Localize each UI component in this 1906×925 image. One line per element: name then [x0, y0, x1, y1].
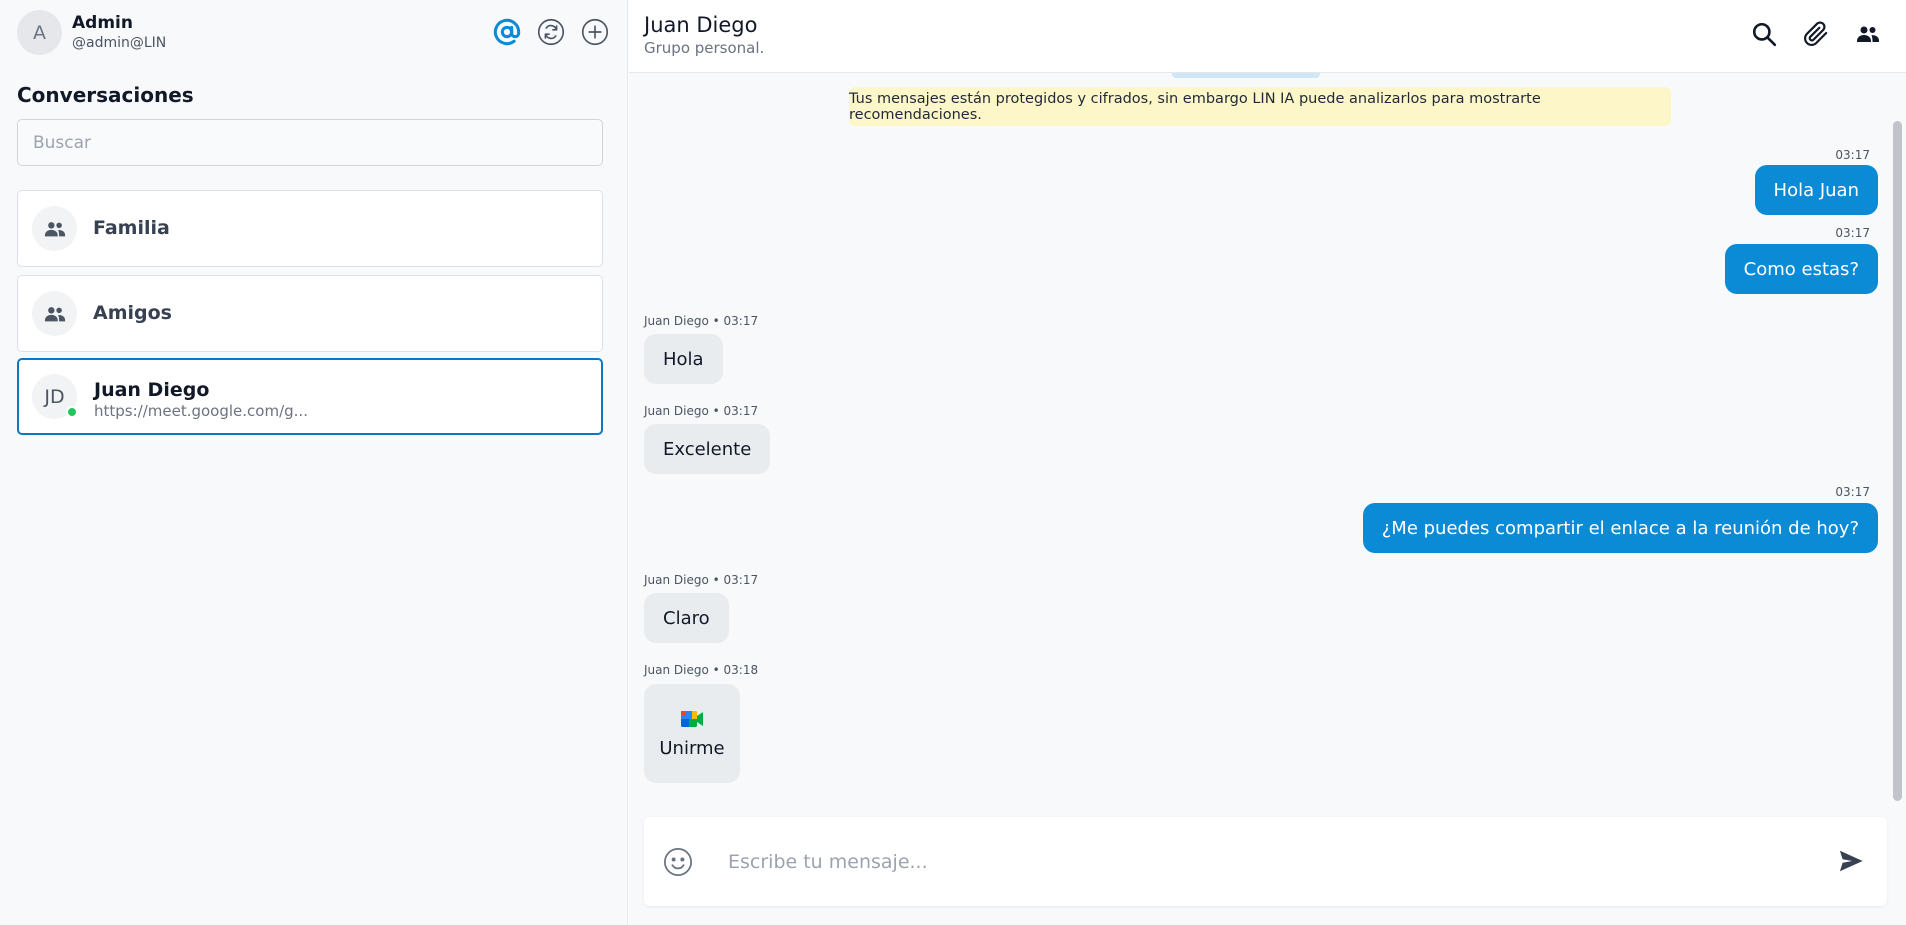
message-outgoing: ¿Me puedes compartir el enlace a la reun… [1362, 503, 1878, 553]
user-name: Admin [72, 13, 133, 33]
conversation-preview: https://meet.google.com/g... [94, 402, 308, 420]
message-time: 03:17 [1835, 485, 1870, 499]
sidebar-header: A Admin @admin@LIN [17, 10, 610, 55]
contact-avatar: JD [32, 374, 78, 419]
conversation-item-familia[interactable]: Familia [17, 190, 603, 267]
encryption-notice: Tus mensajes están protegidos y cifrados… [849, 87, 1671, 126]
send-icon[interactable] [1837, 847, 1867, 877]
search-icon[interactable] [1750, 20, 1778, 48]
group-icon [32, 291, 77, 336]
conversation-name: Amigos [93, 302, 172, 324]
scrolled-message-edge [1172, 73, 1320, 78]
conversation-item-amigos[interactable]: Amigos [17, 275, 603, 352]
message-meta: Juan Diego • 03:17 [644, 404, 759, 418]
message-composer [644, 817, 1887, 906]
sidebar-header-actions [492, 17, 610, 47]
user-avatar[interactable]: A [17, 10, 62, 55]
search-input[interactable] [17, 119, 603, 166]
message-meta: Juan Diego • 03:17 [644, 314, 759, 328]
chat-scrollbar-thumb[interactable] [1893, 121, 1902, 801]
chat-subtitle: Grupo personal. [644, 39, 765, 57]
contact-initials: JD [44, 385, 65, 408]
group-icon [32, 206, 77, 251]
smiley-icon[interactable] [663, 847, 693, 877]
conversation-name: Juan Diego [94, 379, 210, 401]
at-sign-icon[interactable] [492, 17, 522, 47]
message-outgoing: Como estas? [1724, 244, 1878, 294]
google-meet-icon [678, 708, 706, 734]
message-incoming: Claro [644, 593, 729, 643]
conversation-item-juan-diego[interactable]: JD Juan Diego https://meet.google.com/g.… [17, 358, 603, 435]
message-incoming: Excelente [644, 424, 771, 474]
sidebar: A Admin @admin@LIN Conversaciones Famili… [0, 0, 628, 925]
message-outgoing: Hola Juan [1754, 165, 1878, 215]
chat-header-actions [1750, 20, 1882, 48]
message-input[interactable] [728, 839, 1778, 884]
message-incoming: Hola [644, 334, 723, 384]
meet-join-label: Unirme [659, 738, 725, 759]
user-handle: @admin@LIN [72, 35, 167, 51]
people-icon[interactable] [1854, 20, 1882, 48]
chat-header: Juan Diego Grupo personal. [629, 0, 1906, 73]
refresh-icon[interactable] [536, 17, 566, 47]
message-meta: Juan Diego • 03:17 [644, 573, 759, 587]
meet-join-button[interactable]: Unirme [644, 684, 740, 783]
conversation-name: Familia [93, 217, 170, 239]
chat-scrollbar[interactable] [1893, 73, 1902, 925]
chat-panel: Juan Diego Grupo personal. Tus mensajes … [629, 0, 1906, 925]
message-time: 03:17 [1835, 226, 1870, 240]
message-meta: Juan Diego • 03:18 [644, 663, 759, 677]
online-status-indicator [66, 406, 78, 418]
conversations-title: Conversaciones [17, 83, 194, 107]
plus-circle-icon[interactable] [580, 17, 610, 47]
message-time: 03:17 [1835, 148, 1870, 162]
paperclip-icon[interactable] [1802, 20, 1830, 48]
chat-title: Juan Diego [644, 13, 758, 37]
